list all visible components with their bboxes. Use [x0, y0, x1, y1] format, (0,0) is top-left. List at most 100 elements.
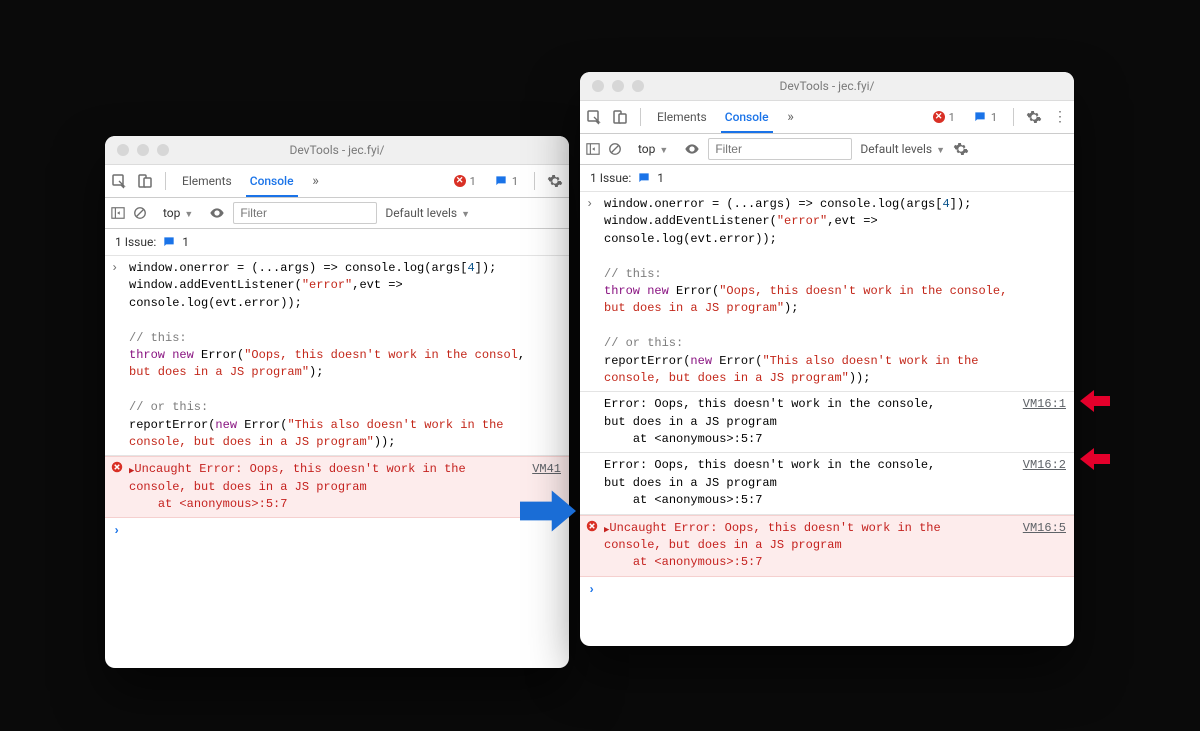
context-label: top: [163, 206, 180, 220]
clear-icon[interactable]: [608, 142, 622, 156]
error-count: 1: [949, 111, 955, 124]
message-count: 1: [512, 175, 518, 188]
console-body: › window.onerror = (...args) => console.…: [580, 192, 1074, 646]
filter-input[interactable]: [708, 138, 852, 160]
issues-label: 1 Issue:: [590, 171, 631, 185]
log-source-link[interactable]: VM16:2: [1023, 457, 1066, 474]
prompt-icon: ›: [586, 196, 598, 213]
error-icon: ✕: [454, 175, 466, 187]
error-source-link[interactable]: VM16:5: [1023, 520, 1066, 537]
tab-console[interactable]: Console: [721, 101, 773, 133]
log-text: Error: Oops, this doesn't work in the co…: [604, 457, 1017, 509]
minimize-dot[interactable]: [137, 144, 149, 156]
log-text: Error: Oops, this doesn't work in the co…: [604, 396, 1017, 448]
window-title: DevTools - jec.fyi/: [580, 79, 1074, 93]
message-count-badge[interactable]: 1: [490, 174, 522, 188]
close-dot[interactable]: [592, 80, 604, 92]
zoom-dot[interactable]: [632, 80, 644, 92]
log-levels-label: Default levels: [385, 206, 457, 220]
console-body: › window.onerror = (...args) => console.…: [105, 256, 569, 668]
eye-icon[interactable]: [209, 205, 225, 221]
inspect-icon[interactable]: [586, 109, 602, 125]
console-input-entry: › window.onerror = (...args) => console.…: [105, 256, 569, 456]
issues-label: 1 Issue:: [115, 235, 156, 249]
log-levels[interactable]: Default levels ▼: [385, 206, 470, 220]
more-tabs-icon[interactable]: »: [308, 173, 324, 189]
console-input-entry: › window.onerror = (...args) => console.…: [580, 192, 1074, 392]
chevron-down-icon: ▼: [659, 145, 668, 156]
filter-input[interactable]: [233, 202, 377, 224]
more-tabs-icon[interactable]: »: [783, 109, 799, 125]
error-source-link[interactable]: VM41: [532, 461, 561, 478]
console-log-entry: Error: Oops, this doesn't work in the co…: [580, 453, 1074, 514]
message-icon: [494, 174, 508, 188]
tab-console[interactable]: Console: [246, 165, 298, 197]
device-icon[interactable]: [612, 109, 628, 125]
log-levels[interactable]: Default levels ▼: [860, 142, 945, 156]
context-selector[interactable]: top ▼: [163, 206, 193, 220]
tabbar: Elements Console » ✕ 1 1: [105, 165, 569, 198]
chevron-down-icon: ▼: [461, 209, 470, 220]
annotation-arrow-red: [1080, 390, 1110, 412]
devtools-window-right: DevTools - jec.fyi/ Elements Console » ✕…: [580, 72, 1074, 646]
error-icon: ✕: [933, 111, 945, 123]
error-text: ▶Uncaught Error: Oops, this doesn't work…: [129, 461, 526, 513]
gear-icon[interactable]: [547, 173, 563, 189]
prompt-icon: ›: [588, 583, 595, 597]
chevron-down-icon: ▼: [184, 209, 193, 220]
error-count-badge[interactable]: ✕ 1: [450, 175, 480, 188]
message-count: 1: [991, 111, 997, 124]
annotation-arrow-red: [1080, 448, 1110, 470]
message-icon: [973, 110, 987, 124]
console-toolbar: top ▼ Default levels ▼: [105, 198, 569, 229]
console-code: window.onerror = (...args) => console.lo…: [129, 260, 561, 451]
prompt-icon: ›: [113, 524, 120, 538]
message-icon: [637, 171, 651, 185]
prompt-icon: ›: [111, 260, 123, 277]
traffic-lights[interactable]: [117, 144, 169, 156]
console-toolbar: top ▼ Default levels ▼: [580, 134, 1074, 165]
annotation-arrow-blue: [520, 490, 576, 532]
console-error-entry: ▶Uncaught Error: Oops, this doesn't work…: [580, 515, 1074, 577]
devtools-window-left: DevTools - jec.fyi/ Elements Console » ✕…: [105, 136, 569, 668]
log-source-link[interactable]: VM16:1: [1023, 396, 1066, 413]
gear-icon[interactable]: [953, 141, 969, 157]
minimize-dot[interactable]: [612, 80, 624, 92]
traffic-lights[interactable]: [592, 80, 644, 92]
console-prompt[interactable]: ›: [580, 577, 1074, 603]
eye-icon[interactable]: [684, 141, 700, 157]
console-code: window.onerror = (...args) => console.lo…: [604, 196, 1066, 387]
console-error-entry: ▶Uncaught Error: Oops, this doesn't work…: [105, 456, 569, 518]
close-dot[interactable]: [117, 144, 129, 156]
clear-icon[interactable]: [133, 206, 147, 220]
titlebar: DevTools - jec.fyi/: [105, 136, 569, 165]
tab-elements[interactable]: Elements: [653, 101, 711, 133]
sidebar-toggle-icon[interactable]: [111, 206, 125, 220]
titlebar: DevTools - jec.fyi/: [580, 72, 1074, 101]
window-title: DevTools - jec.fyi/: [105, 143, 569, 157]
kebab-icon[interactable]: ⋮: [1052, 109, 1068, 125]
console-log-entry: Error: Oops, this doesn't work in the co…: [580, 392, 1074, 453]
context-label: top: [638, 142, 655, 156]
console-prompt[interactable]: ›: [105, 518, 569, 544]
inspect-icon[interactable]: [111, 173, 127, 189]
gear-icon[interactable]: [1026, 109, 1042, 125]
tab-elements[interactable]: Elements: [178, 165, 236, 197]
message-icon: [162, 235, 176, 249]
error-text: ▶Uncaught Error: Oops, this doesn't work…: [604, 520, 1017, 572]
issues-bar[interactable]: 1 Issue: 1: [105, 229, 569, 256]
error-icon: [111, 461, 123, 473]
sidebar-toggle-icon[interactable]: [586, 142, 600, 156]
error-icon: [586, 520, 598, 532]
error-count: 1: [470, 175, 476, 188]
zoom-dot[interactable]: [157, 144, 169, 156]
device-icon[interactable]: [137, 173, 153, 189]
chevron-down-icon: ▼: [936, 145, 945, 156]
log-levels-label: Default levels: [860, 142, 932, 156]
issues-bar[interactable]: 1 Issue: 1: [580, 165, 1074, 192]
error-count-badge[interactable]: ✕ 1: [929, 111, 959, 124]
issues-count: 1: [657, 171, 664, 185]
message-count-badge[interactable]: 1: [969, 110, 1001, 124]
issues-count: 1: [182, 235, 189, 249]
context-selector[interactable]: top ▼: [638, 142, 668, 156]
